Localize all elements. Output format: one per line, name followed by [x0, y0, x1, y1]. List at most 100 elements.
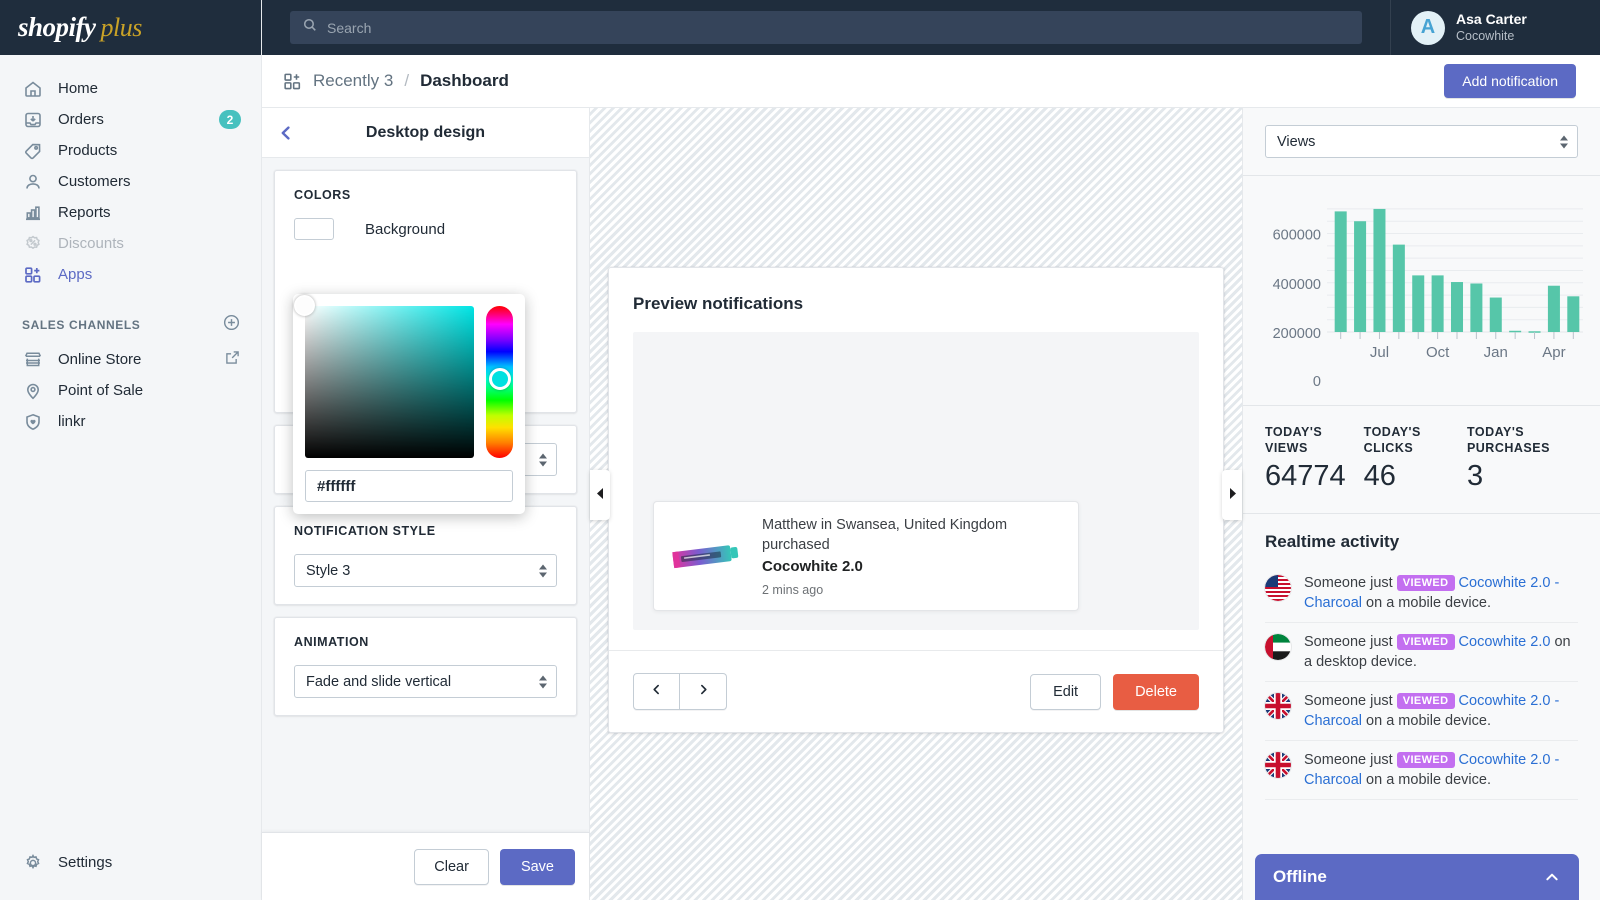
design-panel: Desktop design COLORS Background Theme f… [262, 108, 590, 900]
sidebar-item-label: Reports [58, 204, 111, 221]
sidebar-item-online-store[interactable]: Online Store [6, 344, 255, 375]
prev-notification-button[interactable] [633, 673, 680, 710]
sidebar-item-customers[interactable]: Customers [6, 166, 255, 197]
activity-item[interactable]: Someone just VIEWED Cocowhite 2.0 on a d… [1265, 623, 1578, 682]
sidebar-footer: Settings [0, 847, 261, 900]
preview-title: Preview notifications [609, 268, 1223, 332]
notification-style-title: NOTIFICATION STYLE [294, 524, 557, 538]
activity-item[interactable]: Someone just VIEWED Cocowhite 2.0 - Char… [1265, 741, 1578, 800]
primary-nav: Home Orders 2 Products [0, 55, 261, 290]
chevron-left-icon [649, 682, 664, 702]
sidebar-item-settings[interactable]: Settings [6, 847, 255, 878]
notification-time: 2 mins ago [762, 583, 1064, 597]
search-box[interactable] [290, 11, 1362, 44]
activity-text: Someone just VIEWED Cocowhite 2.0 on a d… [1304, 632, 1578, 672]
user-name: Asa Carter [1456, 11, 1527, 28]
background-color-swatch[interactable] [294, 218, 334, 240]
notification-style-card: NOTIFICATION STYLE Style 3 [274, 506, 577, 605]
activity-text: Someone just VIEWED Cocowhite 2.0 - Char… [1304, 750, 1578, 790]
sidebar-item-reports[interactable]: Reports [6, 197, 255, 228]
gb-flag-icon [1265, 752, 1291, 778]
sales-channels-list: Online Store Point of Sale [0, 344, 261, 437]
metric-select[interactable]: Views [1265, 125, 1578, 158]
search-container [262, 11, 1390, 44]
hex-color-input[interactable] [305, 470, 513, 502]
metric-select-wrap: Views [1243, 108, 1600, 175]
svg-text:Apr: Apr [1542, 344, 1565, 361]
color-picker-popover[interactable] [293, 294, 525, 514]
breadcrumb-recent[interactable]: Recently 3 [313, 71, 393, 91]
saturation-knob[interactable] [294, 295, 315, 316]
preview-stage: Matthew in Swansea, United Kingdom purch… [633, 332, 1199, 630]
toothpaste-tube-image [668, 534, 746, 578]
chevron-left-icon[interactable] [276, 123, 296, 143]
background-color-row: Background [294, 218, 557, 240]
sidebar-item-home[interactable]: Home [6, 73, 255, 104]
brand-logo[interactable]: shopify plus [0, 0, 261, 55]
sales-channels-header: SALES CHANNELS [6, 312, 255, 338]
shopify-sidebar: shopify plus Home Orders 2 [0, 0, 262, 900]
delete-button[interactable]: Delete [1113, 674, 1199, 710]
caret-right-icon [1228, 486, 1237, 504]
offline-label: Offline [1273, 867, 1327, 887]
offline-status-bar[interactable]: Offline [1255, 854, 1579, 900]
activity-product-link[interactable]: Cocowhite 2.0 [1455, 634, 1551, 650]
sidebar-item-orders[interactable]: Orders 2 [6, 104, 255, 135]
hue-knob[interactable] [489, 368, 511, 390]
preview-actions: Edit Delete [609, 650, 1223, 732]
search-input[interactable] [327, 20, 1350, 36]
bar-chart-icon [22, 202, 44, 224]
add-notification-button[interactable]: Add notification [1444, 64, 1576, 98]
edit-button[interactable]: Edit [1030, 674, 1101, 710]
activity-suffix: on a mobile device. [1362, 595, 1491, 611]
sidebar-item-label: linkr [58, 413, 86, 430]
gear-icon [22, 852, 44, 874]
sales-channels-title: SALES CHANNELS [22, 318, 140, 332]
brand-name-primary: shopify [18, 12, 96, 43]
external-link-icon[interactable] [224, 349, 241, 371]
user-menu[interactable]: A Asa Carter Cocowhite [1390, 0, 1600, 55]
gb-flag-icon [1265, 693, 1291, 719]
sidebar-item-apps[interactable]: Apps [6, 259, 255, 290]
chevron-up-icon[interactable] [1543, 868, 1561, 886]
map-pin-icon [22, 380, 44, 402]
activity-text: Someone just VIEWED Cocowhite 2.0 - Char… [1304, 691, 1578, 731]
activity-prefix: Someone just [1304, 575, 1397, 591]
sidebar-item-discounts[interactable]: Discounts [6, 228, 255, 259]
hue-slider[interactable] [486, 306, 513, 458]
status-badge: VIEWED [1397, 693, 1455, 709]
collapse-left-panel-handle[interactable] [590, 470, 610, 520]
user-info: Asa Carter Cocowhite [1456, 11, 1527, 44]
sidebar-item-linkr[interactable]: linkr [6, 406, 255, 437]
activity-item[interactable]: Someone just VIEWED Cocowhite 2.0 - Char… [1265, 564, 1578, 623]
save-button[interactable]: Save [500, 849, 575, 885]
plus-circle-icon[interactable] [222, 313, 241, 337]
kpi-todays-clicks: TODAY'S CLICKS 46 [1364, 424, 1449, 493]
orders-inbox-icon [22, 109, 44, 131]
activity-suffix: on a mobile device. [1362, 772, 1491, 788]
sidebar-item-label: Home [58, 80, 98, 97]
status-badge: VIEWED [1397, 575, 1455, 591]
search-icon [302, 17, 318, 38]
activity-prefix: Someone just [1304, 752, 1397, 768]
colors-section-title: COLORS [294, 188, 557, 202]
clear-button[interactable]: Clear [414, 849, 489, 885]
kpi-value: 64774 [1265, 459, 1346, 493]
collapse-right-panel-handle[interactable] [1222, 470, 1242, 520]
svg-text:200000: 200000 [1273, 326, 1321, 342]
preview-notification[interactable]: Matthew in Swansea, United Kingdom purch… [653, 501, 1079, 611]
next-notification-button[interactable] [680, 673, 727, 710]
notification-style-select[interactable]: Style 3 [294, 554, 557, 587]
design-panel-footer: Clear Save [262, 832, 589, 900]
activity-item[interactable]: Someone just VIEWED Cocowhite 2.0 - Char… [1265, 682, 1578, 741]
animation-select[interactable]: Fade and slide vertical [294, 665, 557, 698]
sidebar-item-label: Apps [58, 266, 92, 283]
saturation-value-area[interactable] [305, 306, 474, 458]
activity-text: Someone just VIEWED Cocowhite 2.0 - Char… [1304, 573, 1578, 613]
design-panel-header: Desktop design [262, 108, 589, 158]
stats-panel: Views 6000004000002000000JulOctJanApr TO… [1242, 108, 1600, 900]
top-bar: A Asa Carter Cocowhite [262, 0, 1600, 55]
sidebar-item-label: Customers [58, 173, 131, 190]
sidebar-item-products[interactable]: Products [6, 135, 255, 166]
sidebar-item-point-of-sale[interactable]: Point of Sale [6, 375, 255, 406]
